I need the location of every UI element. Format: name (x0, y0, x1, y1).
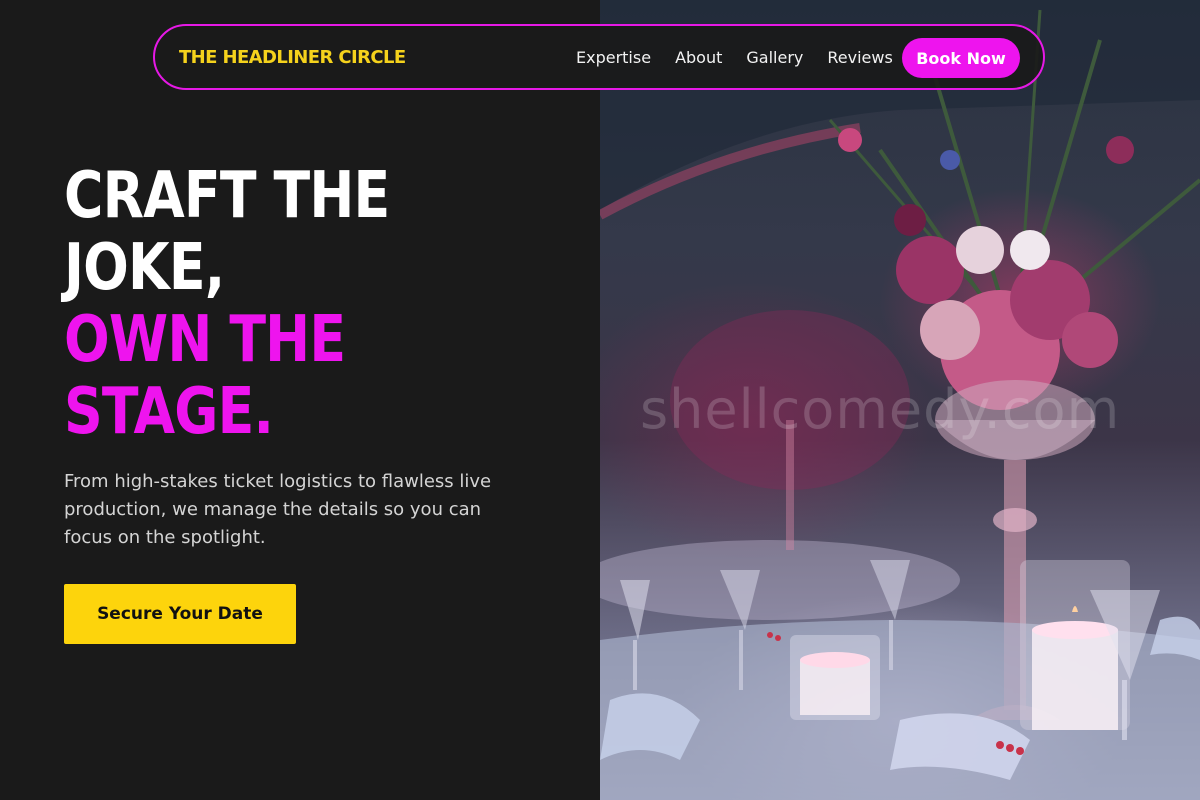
nav-link-about[interactable]: About (675, 48, 722, 67)
hero-subtext: From high-stakes ticket logistics to fla… (64, 471, 492, 548)
secure-your-date-button[interactable]: Secure Your Date (64, 584, 296, 644)
headline-line-2: JOKE, (64, 231, 225, 305)
brand-logo-text[interactable]: THE HEADLINER CIRCLE (179, 47, 406, 68)
nav-link-expertise[interactable]: Expertise (576, 48, 651, 67)
nav-link-reviews[interactable]: Reviews (827, 48, 892, 67)
headline-accent-line-2: STAGE. (64, 375, 274, 449)
hero-event-photo (600, 0, 1200, 800)
book-now-button[interactable]: Book Now (902, 38, 1020, 78)
photo-illustration (600, 0, 1200, 800)
headline-accent-line-1: OWN THE (64, 303, 346, 377)
page: shellcomedy.com THE HEADLINER CIRCLE Exp… (0, 0, 1200, 800)
top-navigation-bar: THE HEADLINER CIRCLE Expertise About Gal… (153, 24, 1045, 90)
hero-headline: CRAFT THE JOKE, OWN THE STAGE. (64, 160, 534, 448)
nav-links: Expertise About Gallery Reviews (576, 48, 917, 67)
nav-link-gallery[interactable]: Gallery (746, 48, 803, 67)
headline-line-1: CRAFT THE (64, 159, 390, 233)
